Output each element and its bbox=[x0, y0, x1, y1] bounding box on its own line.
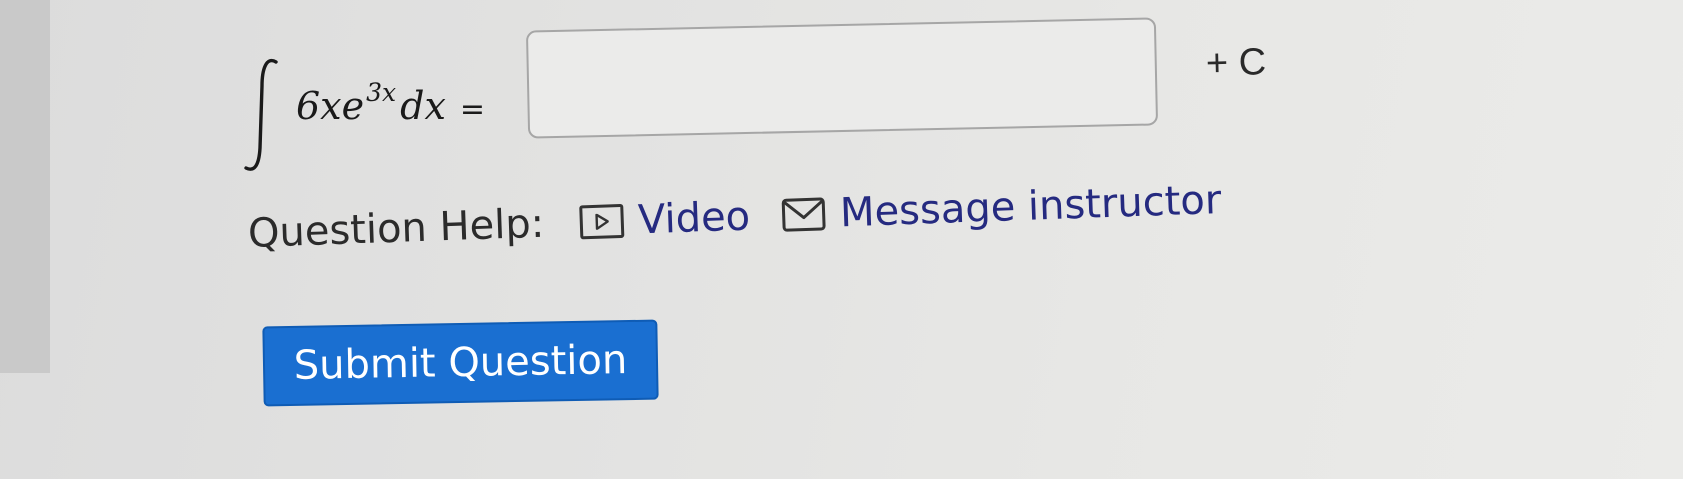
video-link-label: Video bbox=[637, 193, 751, 244]
constant-of-integration: + C bbox=[1205, 41, 1267, 85]
equals-sign: = bbox=[459, 92, 486, 127]
integrand-differential: dx bbox=[400, 84, 446, 128]
question-help-label: Question Help: bbox=[247, 200, 545, 257]
question-help-row: Question Help: Video Message instructor bbox=[247, 168, 1222, 266]
integrand-base: e bbox=[341, 84, 365, 128]
message-instructor-link[interactable]: Message instructor bbox=[781, 177, 1222, 238]
answer-input[interactable] bbox=[525, 17, 1159, 139]
envelope-icon bbox=[781, 197, 826, 233]
video-link[interactable]: Video bbox=[579, 193, 751, 245]
integrand-coefficient: 6x bbox=[296, 84, 342, 128]
submit-question-button[interactable]: Submit Question bbox=[262, 319, 659, 407]
message-instructor-label: Message instructor bbox=[839, 177, 1222, 237]
left-margin-bar bbox=[0, 0, 50, 373]
integrand-exponent: 3x bbox=[366, 78, 397, 107]
play-box-icon bbox=[579, 203, 625, 240]
integrand-expression: 6xe3x dx = bbox=[296, 76, 485, 136]
integral-sign-icon bbox=[244, 58, 278, 171]
